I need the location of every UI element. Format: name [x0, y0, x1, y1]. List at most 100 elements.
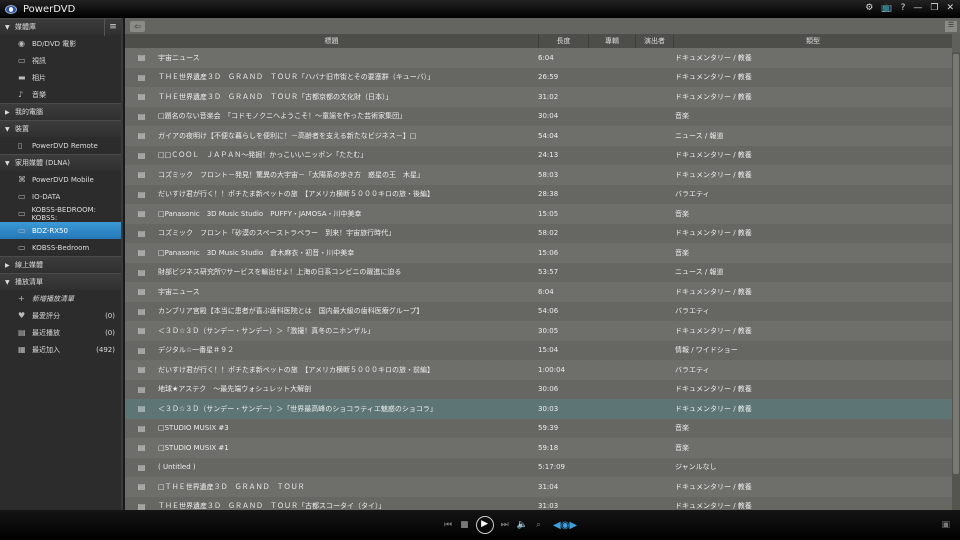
- table-row[interactable]: ▤ □STUDIO MUSIX #3 59:39 音楽: [125, 418, 952, 438]
- expand-triangle-icon[interactable]: ▶: [5, 109, 15, 116]
- table-row[interactable]: ▤ デジタル☆一番星＃９２ 15:04 情報 / ワイドショー: [125, 340, 952, 360]
- row-genre: ドキュメンタリー / 教養: [675, 502, 752, 510]
- column-header-title[interactable]: 標題: [125, 34, 538, 48]
- table-row[interactable]: ▤ □STUDIO MUSIX #1 59:18 音楽: [125, 438, 952, 458]
- scrollbar-thumb[interactable]: [953, 54, 959, 474]
- table-row[interactable]: ▤ □□ＣＯＯＬ ＪＡＰＡＮ～発掘！かっこいいニッポン「たたむ」 24:13 ドキュメ…: [125, 145, 952, 165]
- column-header-album[interactable]: 專輯: [588, 34, 635, 48]
- next-icon[interactable]: ⏭: [501, 520, 509, 530]
- 3d-mode-icon[interactable]: ◀◉▶: [553, 520, 577, 531]
- table-row[interactable]: ▤ だいすけ君が行く！！ポチたま新ペットの旅 【アメリカ横断５０００キロの旅・後編…: [125, 184, 952, 204]
- sidebar-item[interactable]: ▭ IO-DATA: [0, 188, 121, 205]
- scrollbar[interactable]: [952, 52, 960, 510]
- row-genre: ドキュメンタリー / 教養: [675, 404, 752, 413]
- sidebar-section[interactable]: ▼ 媒體庫 ≡: [0, 18, 121, 36]
- table-row[interactable]: ▤ □Panasonic 3D Music Studio 倉木麻衣・初音・川中美幸…: [125, 243, 952, 263]
- sidebar-item[interactable]: ▦ 最近加入 (492): [0, 341, 121, 358]
- mini-player-icon[interactable]: ▣: [941, 520, 950, 530]
- video-file-icon: ▤: [137, 482, 146, 492]
- back-button[interactable]: ⇦: [130, 20, 145, 32]
- row-genre: 情報 / ワイドショー: [675, 346, 738, 355]
- row-title: ＴＨＥ世界遺産３Ｄ ＧＲＡＮＤ ＴＯＵＲ「古都スコータイ（タイ）」: [158, 502, 386, 510]
- table-row[interactable]: ▤ 宇宙ニュース 6:04 ドキュメンタリー / 教養: [125, 282, 952, 302]
- view-mode-button[interactable]: ☰: [945, 20, 957, 32]
- table-row[interactable]: ▤ ( Untitled ) 5:17:09 ジャンルなし: [125, 457, 952, 477]
- settings-icon[interactable]: ⚙: [865, 3, 873, 13]
- sidebar-item[interactable]: ▬ 相片: [0, 69, 121, 86]
- row-genre: ドキュメンタリー / 教養: [675, 151, 752, 160]
- monitor-icon: ▭: [18, 226, 26, 235]
- close-icon[interactable]: ✕: [946, 3, 954, 13]
- collapse-triangle-icon[interactable]: ▼: [5, 24, 15, 31]
- sidebar-item[interactable]: ▭ 視訊: [0, 52, 121, 69]
- video-file-icon: ▤: [137, 131, 146, 141]
- sidebar-item[interactable]: ♥ 最愛評分 (0): [0, 307, 121, 324]
- sidebar-section-label: 家用媒體 (DLNA): [15, 159, 71, 167]
- row-title: コズミック フロント－発見！驚異の大宇宙－「太陽系の歩き方 惑星の王 木星」: [158, 170, 424, 179]
- help-icon[interactable]: ?: [901, 3, 906, 13]
- sidebar-item[interactable]: ▭ KOBSS-Bedroom: [0, 239, 121, 256]
- row-length: 58:02: [538, 229, 559, 238]
- collapse-triangle-icon[interactable]: ▼: [5, 279, 15, 286]
- library-menu-icon[interactable]: ≡: [104, 18, 121, 36]
- column-header-length[interactable]: 長度: [538, 34, 588, 48]
- table-row[interactable]: ▤ コズミック フロント「砂漠のスペーストラベラー 到来！宇宙旅行時代」 58:02…: [125, 223, 952, 243]
- play-button[interactable]: ▶: [475, 516, 494, 534]
- table-row[interactable]: ▤ ＜３Ｄ☆３Ｄ（サンデー・サンデー）＞「世界最高峰のショコラティエ魅惑のショコラ…: [125, 399, 952, 419]
- table-row[interactable]: ▤ □題名のない音楽会 「コドモノクニへようこそ！～童謡を作った芸術家集団」 30:…: [125, 106, 952, 126]
- table-row[interactable]: ▤ だいすけ君が行く！！ポチたま新ペットの旅 【アメリカ横断５０００キロの旅・前編…: [125, 360, 952, 380]
- table-row[interactable]: ▤ ガイアの夜明け【不便な暮らしを便利に！－高齢者を支える新たなビジネス－】□ 54…: [125, 126, 952, 146]
- row-title: だいすけ君が行く！！ポチたま新ペットの旅 【アメリカ横断５０００キロの旅・前編】: [158, 365, 434, 374]
- stop-icon[interactable]: ■: [460, 520, 469, 530]
- table-row[interactable]: ▤ ＴＨＥ世界遺産３Ｄ ＧＲＡＮＤ ＴＯＵＲ「古都京都の文化財（日本）」 31:02…: [125, 87, 952, 107]
- zoom-icon[interactable]: ⌕: [536, 520, 541, 530]
- sidebar-section[interactable]: ▼ 裝置: [0, 120, 121, 137]
- sidebar-item[interactable]: ⌘ PowerDVD Mobile: [0, 171, 121, 188]
- sidebar-section[interactable]: ▶ 我的電腦: [0, 103, 121, 120]
- sidebar-section[interactable]: ▼ 播放清單: [0, 273, 121, 290]
- row-genre: ドキュメンタリー / 教養: [675, 53, 752, 62]
- row-title: □STUDIO MUSIX #3: [158, 424, 229, 433]
- row-title: 財部ビジネス研究所▽サービスを輸出せよ！上海の日系コンビニの躍進に迫る: [158, 268, 402, 277]
- table-row[interactable]: ▤ コズミック フロント－発見！驚異の大宇宙－「太陽系の歩き方 惑星の王 木星」 5…: [125, 165, 952, 185]
- minimize-icon[interactable]: —: [913, 3, 922, 13]
- table-row[interactable]: ▤ 宇宙ニュース 6:04 ドキュメンタリー / 教養: [125, 48, 952, 68]
- row-genre: ドキュメンタリー / 教養: [675, 326, 752, 335]
- sidebar-section[interactable]: ▼ 家用媒體 (DLNA): [0, 154, 121, 171]
- table-row[interactable]: ▤ ＜３Ｄ☆３Ｄ（サンデー・サンデー）＞「激撮！真冬のニホンザル」 30:05 ドキュ…: [125, 321, 952, 341]
- tv-icon[interactable]: 📺: [881, 3, 892, 13]
- item-count: (0): [105, 328, 115, 337]
- row-genre: 音楽: [675, 424, 689, 433]
- sidebar-item[interactable]: ◉ BD/DVD 電影: [0, 35, 121, 52]
- sidebar-section-label: 播放清單: [15, 278, 43, 286]
- previous-icon[interactable]: ⏮: [444, 520, 452, 530]
- sidebar-item[interactable]: ▤ 最近播放 (0): [0, 324, 121, 341]
- sidebar-item-label: PowerDVD Mobile: [32, 175, 94, 184]
- sidebar-section[interactable]: ▶ 線上媒體: [0, 256, 121, 273]
- sidebar-item[interactable]: ♪ 音樂: [0, 86, 121, 103]
- restore-icon[interactable]: ❐: [930, 3, 938, 13]
- player-controls: ⏮ ■ ▶ ⏭ 🔈 ⌕ ◀◉▶ ▣: [0, 510, 960, 540]
- volume-icon[interactable]: 🔈: [517, 520, 528, 530]
- column-header-performer[interactable]: 演出者: [635, 34, 673, 48]
- sidebar-item[interactable]: + 新增播放清單: [0, 290, 121, 307]
- sidebar-item[interactable]: ▭ BDZ-RX50: [0, 222, 121, 239]
- table-row[interactable]: ▤ カンブリア宮殿【本当に患者が喜ぶ歯科医院とは 国内最大級の歯科医療グループ】 5…: [125, 301, 952, 321]
- table-row[interactable]: ▤ 財部ビジネス研究所▽サービスを輸出せよ！上海の日系コンビニの躍進に迫る 53:5…: [125, 262, 952, 282]
- column-header-genre[interactable]: 類型: [673, 34, 952, 48]
- table-row[interactable]: ▤ □Panasonic 3D Music Studio PUFFY・JAMOSA…: [125, 204, 952, 224]
- collapse-triangle-icon[interactable]: ▼: [5, 160, 15, 167]
- expand-triangle-icon[interactable]: ▶: [5, 262, 15, 269]
- table-row[interactable]: ▤ □ＴＨＥ世界遺産３Ｄ ＧＲＡＮＤ ＴＯＵＲ 31:04 ドキュメンタリー / 教養: [125, 477, 952, 497]
- sidebar-item-label: 視訊: [32, 56, 46, 65]
- table-row[interactable]: ▤ 地球★アステク ～最先端ウォシュレット大解剖 30:06 ドキュメンタリー / 教…: [125, 379, 952, 399]
- sidebar-item[interactable]: ▯ PowerDVD Remote: [0, 137, 121, 154]
- collapse-triangle-icon[interactable]: ▼: [5, 126, 15, 133]
- table-row[interactable]: ▤ ＴＨＥ世界遺産３Ｄ ＧＲＡＮＤ ＴＯＵＲ「ハバナ旧市街とその要塞群（キューバ）…: [125, 67, 952, 87]
- row-genre: バラエティ: [675, 365, 710, 374]
- row-title: デジタル☆一番星＃９２: [158, 346, 235, 355]
- video-file-icon: ▤: [137, 404, 146, 414]
- sidebar-item-label: BDZ-RX50: [32, 226, 68, 235]
- sidebar-item[interactable]: ▭ KOBSS-BEDROOM: KOBSS:: [0, 205, 121, 222]
- table-row[interactable]: ▤ ＴＨＥ世界遺産３Ｄ ＧＲＡＮＤ ＴＯＵＲ「古都スコータイ（タイ）」 31:03 ド…: [125, 496, 952, 510]
